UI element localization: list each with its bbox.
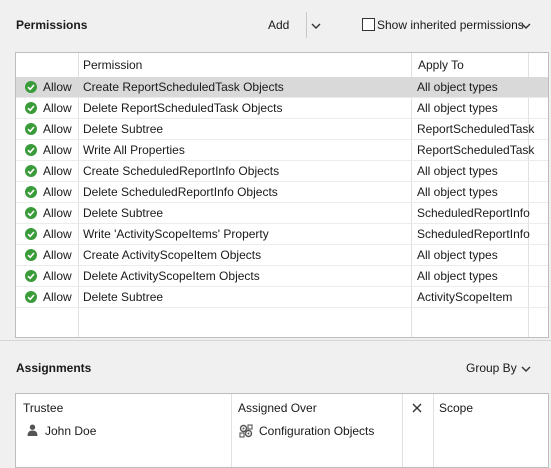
assignments-panel: Assignments Group By Trustee Assigned Ov… [0,340,551,468]
green-check-circle-icon [25,144,37,156]
access-type: Allow [43,164,72,178]
access-type: Allow [43,269,72,283]
apply-to: ScheduledReportInfo [417,206,530,220]
add-dropdown-chevron-icon[interactable] [310,20,322,32]
column-header-scope[interactable]: Scope [439,401,473,415]
group-by-chevron-icon[interactable] [520,363,532,375]
permission-name: Delete ScheduledReportInfo Objects [83,185,278,199]
apply-to: All object types [417,269,498,283]
table-row[interactable]: Allow Delete Subtree ScheduledReportInfo [16,203,548,224]
toolbar-divider [306,12,307,38]
table-row[interactable]: Allow Delete ScheduledReportInfo Objects A… [16,182,548,203]
table-row[interactable]: Allow Create ScheduledReportInfo Objects A… [16,161,548,182]
assigned-over-name[interactable]: Configuration Objects [259,424,374,438]
permission-name: Delete ReportScheduledTask Objects [83,101,283,115]
table-row[interactable]: Allow Create ReportScheduledTask Objects A… [16,77,548,98]
group-by-button[interactable]: Group By [466,361,517,375]
permissions-panel: Permissions Add Show inherited permissio… [0,0,551,340]
configuration-objects-icon [239,424,253,438]
permission-name: Create ActivityScopeItem Objects [83,248,262,262]
apply-to: All object types [417,248,498,262]
green-check-circle-icon [25,291,37,303]
access-type: Allow [43,185,72,199]
permissions-grid: Permission Apply To Allow Create ReportSc… [15,52,549,338]
access-type: Allow [43,122,72,136]
apply-to: ActivityScopeItem [417,290,513,304]
permission-name: Delete ActivityScopeItem Objects [83,269,260,283]
options-chevron-icon[interactable] [520,20,532,32]
green-check-circle-icon [25,81,37,93]
table-row[interactable]: Allow Delete Subtree ActivityScopeItem [16,287,548,308]
apply-to: All object types [417,164,498,178]
green-check-circle-icon [25,123,37,135]
show-inherited-label[interactable]: Show inherited permissions [377,18,524,32]
permissions-title: Permissions [16,18,88,32]
close-icon[interactable] [412,403,422,413]
green-check-circle-icon [25,102,37,114]
permission-name: Write All Properties [83,143,185,157]
column-header-permission[interactable]: Permission [83,58,142,72]
apply-to: All object types [417,185,498,199]
column-header-trustee[interactable]: Trustee [23,401,63,415]
show-inherited-checkbox[interactable] [362,18,375,31]
access-type: Allow [43,248,72,262]
assignments-title: Assignments [16,361,92,375]
access-type: Allow [43,143,72,157]
access-type: Allow [43,206,72,220]
table-row[interactable]: Allow Write All Properties ReportScheduled… [16,140,548,161]
table-row[interactable]: Allow Write 'ActivityScopeItems' Property… [16,224,548,245]
access-type: Allow [43,290,72,304]
column-divider [231,394,232,467]
table-row[interactable]: Allow Delete ActivityScopeItem Objects All… [16,266,548,287]
green-check-circle-icon [25,270,37,282]
apply-to: ReportScheduledTask [417,122,535,136]
permission-name: Delete Subtree [83,290,164,304]
table-row[interactable]: Allow Create ActivityScopeItem Objects All… [16,245,548,266]
green-check-circle-icon [25,165,37,177]
apply-to: All object types [417,80,498,94]
permission-name: Create ScheduledReportInfo Objects [83,164,280,178]
permission-name: Delete Subtree [83,206,164,220]
trustee-name[interactable]: John Doe [45,424,96,438]
permissions-grid-header: Permission Apply To [16,53,548,78]
permission-name: Delete Subtree [83,122,164,136]
table-row[interactable]: Allow Delete Subtree ReportScheduledTask [16,119,548,140]
column-header-apply-to[interactable]: Apply To [418,58,464,72]
assignments-grid: Trustee Assigned Over Scope John Doe Con… [15,393,549,468]
apply-to: ScheduledReportInfo [417,227,530,241]
green-check-circle-icon [25,249,37,261]
add-button[interactable]: Add [268,18,289,32]
green-check-circle-icon [25,186,37,198]
permission-name: Write 'ActivityScopeItems' Property [83,227,269,241]
column-divider [433,394,434,467]
apply-to: All object types [417,101,498,115]
access-type: Allow [43,101,72,115]
table-row[interactable]: Allow Delete ReportScheduledTask Objects A… [16,98,548,119]
column-header-assigned-over[interactable]: Assigned Over [238,401,317,415]
access-type: Allow [43,80,72,94]
user-icon [27,424,38,436]
green-check-circle-icon [25,228,37,240]
apply-to: ReportScheduledTask [417,143,535,157]
green-check-circle-icon [25,207,37,219]
access-type: Allow [43,227,72,241]
permission-name: Create ReportScheduledTask Objects [83,80,284,94]
column-divider [402,394,403,467]
